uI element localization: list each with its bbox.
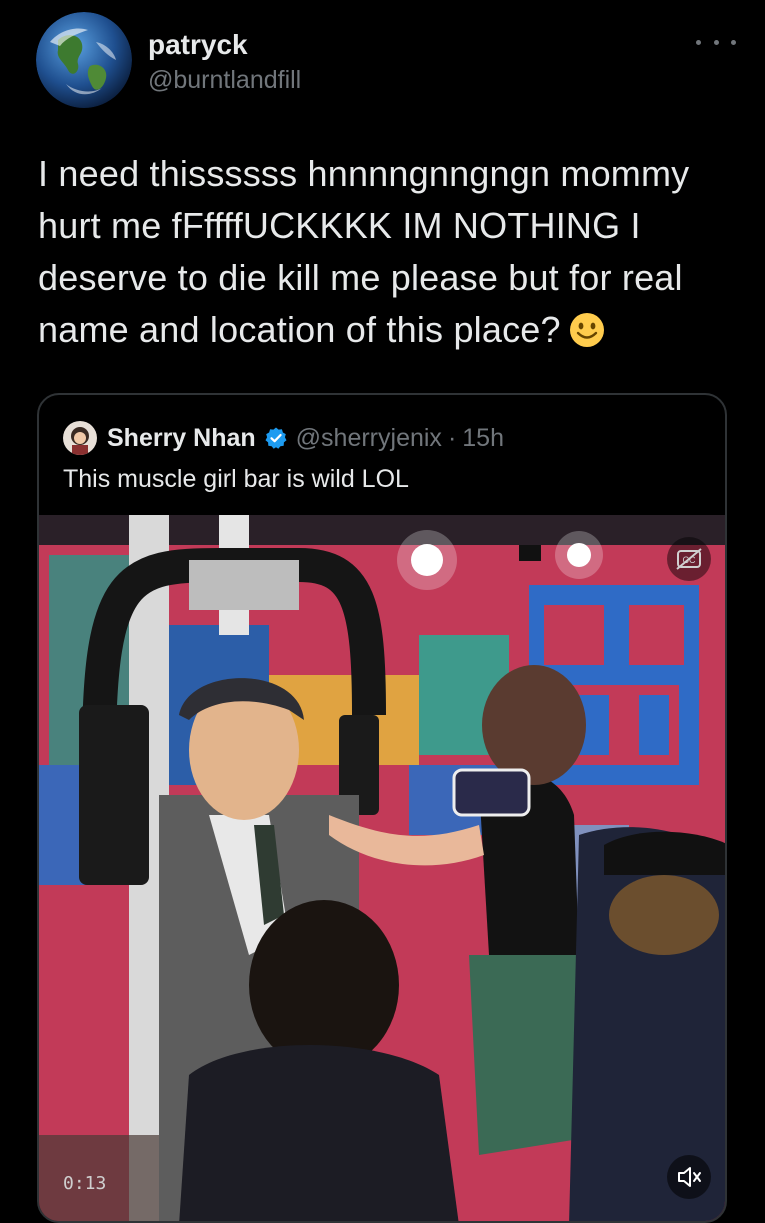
user-handle[interactable]: @burntlandfill xyxy=(148,66,301,94)
quoted-user-avatar[interactable] xyxy=(63,421,97,455)
tweet-text: I need thissssss hnnnngnngngn mommy hurt… xyxy=(38,148,738,356)
smiling-face-emoji-icon xyxy=(569,313,604,347)
muted-speaker-icon[interactable] xyxy=(667,1155,711,1199)
tweet-header: patryck @burntlandfill xyxy=(36,10,736,110)
quoted-display-name[interactable]: Sherry Nhan xyxy=(107,424,256,453)
quoted-timestamp[interactable]: 15h xyxy=(462,424,504,453)
quoted-tweet[interactable]: Sherry Nhan @sherryjenix · 15h This musc… xyxy=(37,393,727,1223)
quoted-handle[interactable]: @sherryjenix xyxy=(296,424,442,453)
video-frame xyxy=(39,515,725,1221)
closed-captions-icon[interactable]: CC xyxy=(667,537,711,581)
video-timestamp: 0:13 xyxy=(63,1173,107,1194)
quoted-tweet-text: This muscle girl bar is wild LOL xyxy=(63,465,409,493)
video-player[interactable]: CC 0:13 xyxy=(39,515,725,1221)
quoted-tweet-header: Sherry Nhan @sherryjenix · 15h xyxy=(63,421,504,455)
display-name[interactable]: patryck xyxy=(148,30,248,60)
user-avatar[interactable] xyxy=(36,12,132,108)
separator-dot: · xyxy=(447,423,457,452)
more-options-icon[interactable] xyxy=(696,32,736,52)
verified-badge-icon xyxy=(265,427,287,449)
